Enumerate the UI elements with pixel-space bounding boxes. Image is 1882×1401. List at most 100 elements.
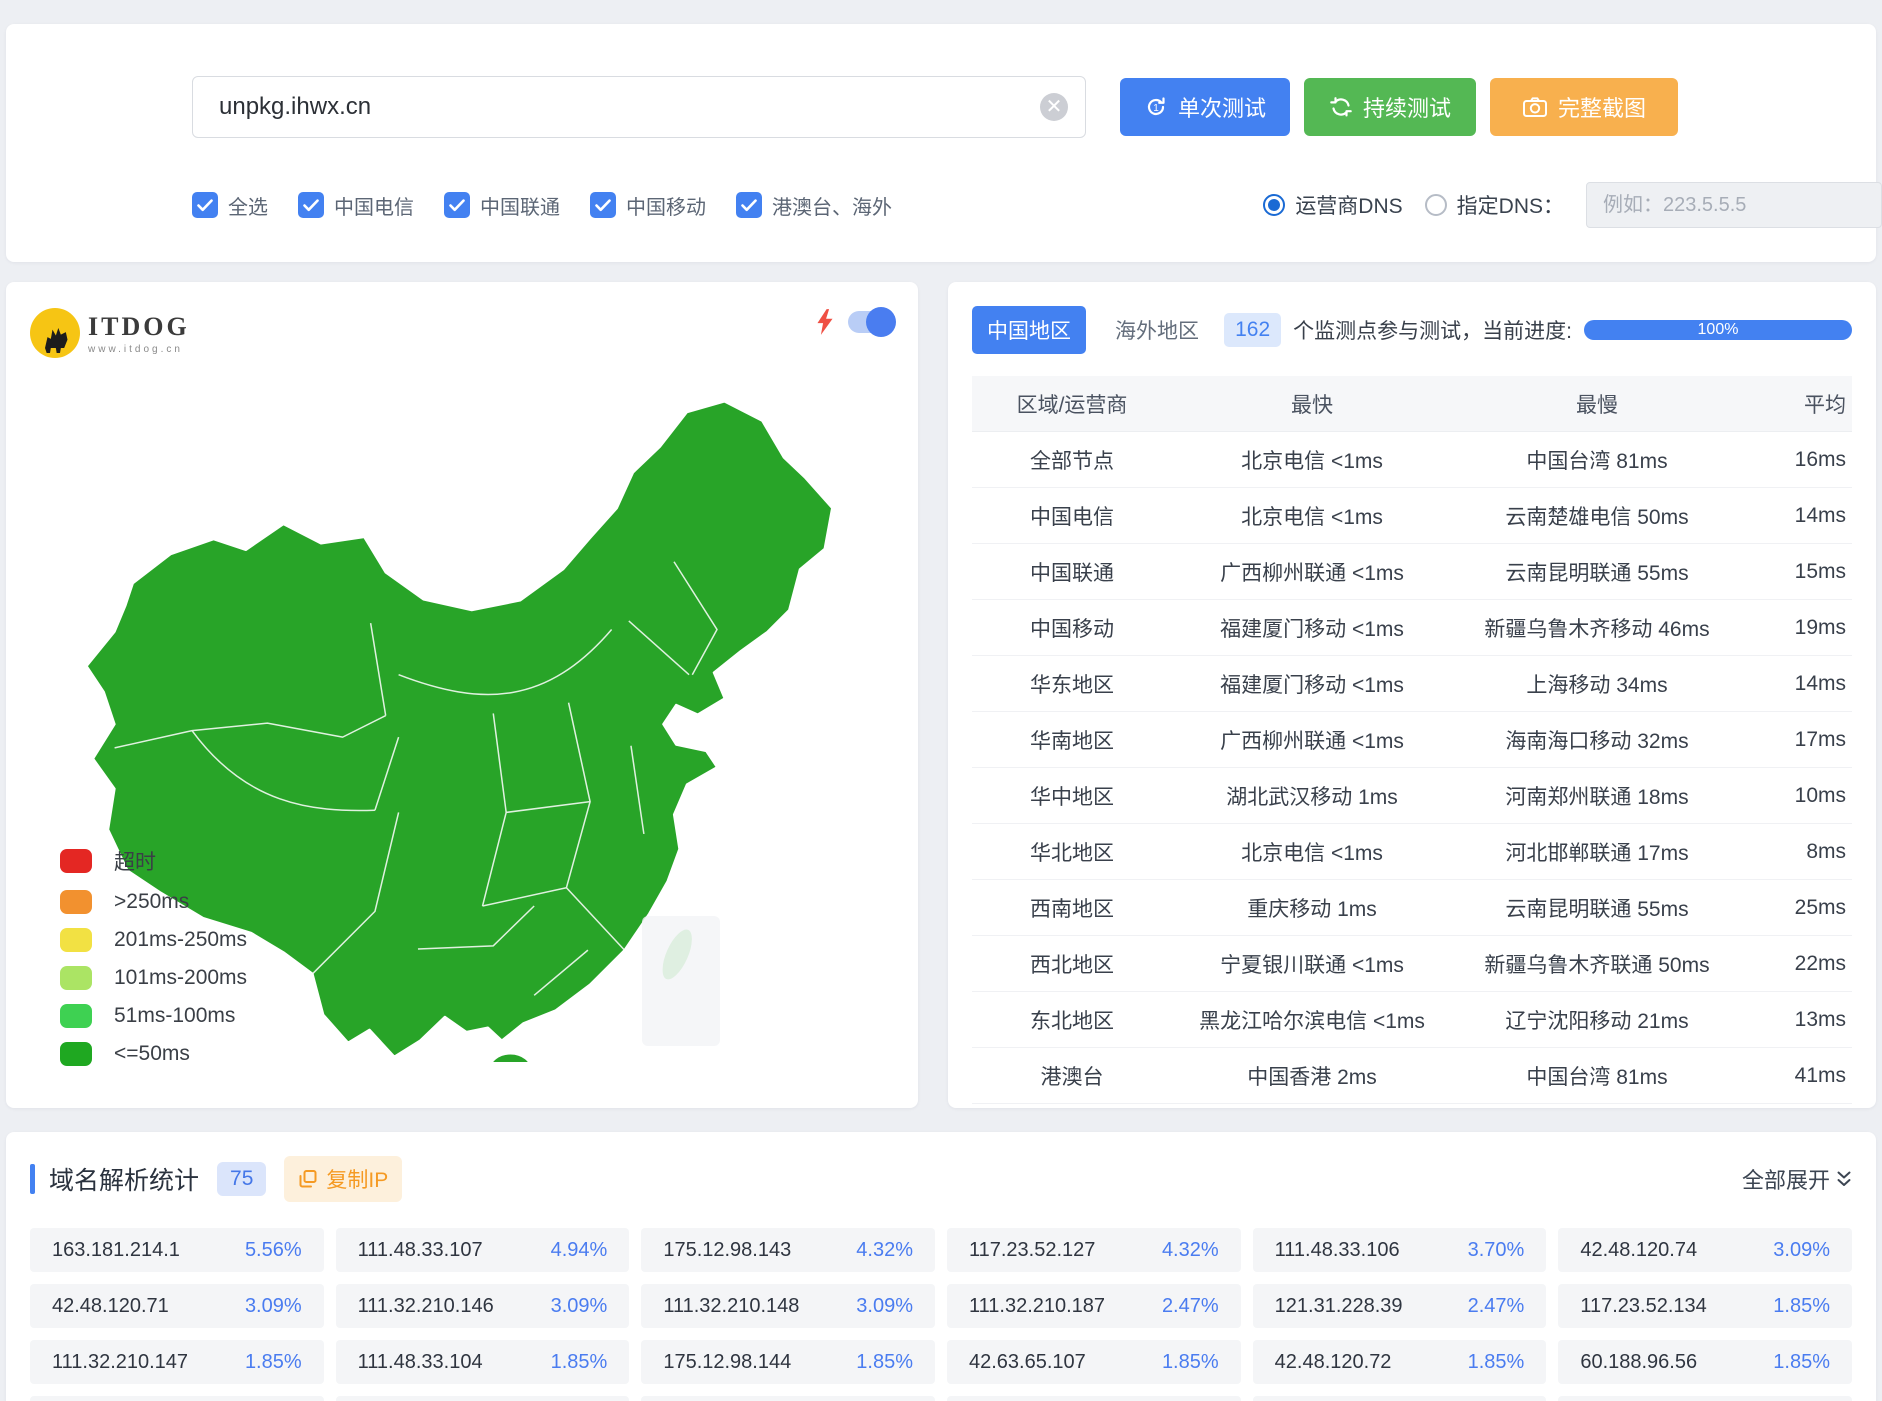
table-row[interactable]: 华东地区 福建厦门移动 <1ms 上海移动 34ms 14ms bbox=[972, 656, 1852, 712]
ip-cell[interactable] bbox=[1253, 1396, 1547, 1401]
ip-cell[interactable]: 111.48.33.104 1.85% bbox=[336, 1340, 630, 1384]
table-row[interactable]: 西北地区 宁夏银川联通 <1ms 新疆乌鲁木齐联通 50ms 22ms bbox=[972, 936, 1852, 992]
cell-region: 华东地区 bbox=[972, 669, 1172, 699]
custom-dns-radio[interactable]: 指定DNS： bbox=[1425, 190, 1564, 220]
carrier-checkbox-label: 港澳台、海外 bbox=[772, 191, 892, 220]
table-row[interactable]: 华北地区 北京电信 <1ms 河北邯郸联通 17ms 8ms bbox=[972, 824, 1852, 880]
ip-cell[interactable] bbox=[641, 1396, 935, 1401]
tab-overseas-region[interactable]: 海外地区 bbox=[1100, 306, 1214, 354]
cell-fastest: 北京电信 <1ms bbox=[1172, 445, 1452, 475]
ip-cell[interactable]: 111.48.33.107 4.94% bbox=[336, 1228, 630, 1272]
cell-average: 19ms bbox=[1742, 616, 1852, 640]
ip-address: 163.181.214.1 bbox=[52, 1239, 180, 1262]
cell-slowest: 河南郑州联通 18ms bbox=[1452, 781, 1742, 811]
cell-slowest: 云南昆明联通 55ms bbox=[1452, 557, 1742, 587]
ip-percentage: 1.85% bbox=[1773, 1295, 1830, 1318]
custom-dns-label: 指定DNS： bbox=[1457, 190, 1564, 220]
ip-address: 60.188.96.56 bbox=[1580, 1351, 1697, 1374]
cell-region: 华中地区 bbox=[972, 781, 1172, 811]
cell-slowest: 海南海口移动 32ms bbox=[1452, 725, 1742, 755]
carrier-dns-radio[interactable]: 运营商DNS bbox=[1263, 190, 1402, 220]
ip-cell[interactable]: 175.12.98.144 1.85% bbox=[641, 1340, 935, 1384]
ip-cell[interactable]: 111.32.210.147 1.85% bbox=[30, 1340, 324, 1384]
cell-region: 东北地区 bbox=[972, 1005, 1172, 1035]
table-row[interactable]: 东北地区 黑龙江哈尔滨电信 <1ms 辽宁沈阳移动 21ms 13ms bbox=[972, 992, 1852, 1048]
title-accent-bar bbox=[30, 1164, 35, 1194]
copy-ip-label: 复制IP bbox=[326, 1164, 388, 1194]
ip-cell[interactable] bbox=[30, 1396, 324, 1401]
ip-address: 175.12.98.143 bbox=[663, 1239, 791, 1262]
table-row[interactable]: 华中地区 湖北武汉移动 1ms 河南郑州联通 18ms 10ms bbox=[972, 768, 1852, 824]
ip-cell[interactable]: 42.48.120.74 3.09% bbox=[1558, 1228, 1852, 1272]
ip-cell[interactable] bbox=[1558, 1396, 1852, 1401]
ip-cell[interactable]: 42.48.120.71 3.09% bbox=[30, 1284, 324, 1328]
ip-cell[interactable]: 117.23.52.134 1.85% bbox=[1558, 1284, 1852, 1328]
ip-address: 111.48.33.106 bbox=[1275, 1239, 1400, 1262]
ip-cell[interactable] bbox=[336, 1396, 630, 1401]
hainan-island-shape bbox=[489, 1053, 532, 1062]
table-row[interactable]: 华南地区 广西柳州联通 <1ms 海南海口移动 32ms 17ms bbox=[972, 712, 1852, 768]
cell-average: 22ms bbox=[1742, 952, 1852, 976]
ip-address: 42.63.65.107 bbox=[969, 1351, 1086, 1374]
cell-average: 13ms bbox=[1742, 1008, 1852, 1032]
ip-cell[interactable] bbox=[947, 1396, 1241, 1401]
cell-region: 中国移动 bbox=[972, 613, 1172, 643]
legend-swatch bbox=[60, 849, 92, 873]
legend-label: >250ms bbox=[114, 890, 189, 914]
radio-selected-icon bbox=[1263, 194, 1285, 216]
carrier-checkbox[interactable]: 全选 bbox=[192, 191, 268, 220]
cell-region: 华南地区 bbox=[972, 725, 1172, 755]
ip-cell[interactable]: 117.23.52.127 4.32% bbox=[947, 1228, 1241, 1272]
ip-address: 111.32.210.146 bbox=[358, 1295, 494, 1318]
carrier-checkbox[interactable]: 中国电信 bbox=[298, 191, 414, 220]
col-slowest: 最慢 bbox=[1452, 389, 1742, 419]
table-row[interactable]: 中国移动 福建厦门移动 <1ms 新疆乌鲁木齐移动 46ms 19ms bbox=[972, 600, 1852, 656]
continuous-test-button[interactable]: 持续测试 bbox=[1304, 78, 1476, 136]
ip-address: 111.32.210.187 bbox=[969, 1295, 1105, 1318]
refresh-once-icon: 1 bbox=[1144, 95, 1168, 119]
ip-cell[interactable]: 111.32.210.187 2.47% bbox=[947, 1284, 1241, 1328]
cell-slowest: 云南楚雄电信 50ms bbox=[1452, 501, 1742, 531]
ip-percentage: 1.85% bbox=[1468, 1351, 1525, 1374]
clear-input-icon[interactable]: ✕ bbox=[1040, 93, 1068, 121]
fast-mode-toggle[interactable] bbox=[848, 311, 894, 333]
table-row[interactable]: 中国联通 广西柳州联通 <1ms 云南昆明联通 55ms 15ms bbox=[972, 544, 1852, 600]
ip-percentage: 4.32% bbox=[1162, 1239, 1219, 1262]
ip-cell[interactable]: 42.48.120.72 1.85% bbox=[1253, 1340, 1547, 1384]
ip-cell[interactable]: 111.32.210.146 3.09% bbox=[336, 1284, 630, 1328]
cell-fastest: 湖北武汉移动 1ms bbox=[1172, 781, 1452, 811]
carrier-checkbox[interactable]: 中国联通 bbox=[444, 191, 560, 220]
custom-dns-input[interactable] bbox=[1586, 182, 1882, 228]
cell-slowest: 云南昆明联通 55ms bbox=[1452, 893, 1742, 923]
ip-cell[interactable]: 60.188.96.56 1.85% bbox=[1558, 1340, 1852, 1384]
legend-label: 超时 bbox=[114, 846, 156, 876]
carrier-checkbox[interactable]: 中国移动 bbox=[590, 191, 706, 220]
ip-percentage: 5.56% bbox=[245, 1239, 302, 1262]
table-row[interactable]: 西南地区 重庆移动 1ms 云南昆明联通 55ms 25ms bbox=[972, 880, 1852, 936]
legend-label: <=50ms bbox=[114, 1042, 190, 1066]
table-row[interactable]: 全部节点 北京电信 <1ms 中国台湾 81ms 16ms bbox=[972, 432, 1852, 488]
ip-cell[interactable]: 121.31.228.39 2.47% bbox=[1253, 1284, 1547, 1328]
single-test-button[interactable]: 1 单次测试 bbox=[1120, 78, 1290, 136]
ip-address: 121.31.228.39 bbox=[1275, 1295, 1403, 1318]
ip-cell[interactable]: 111.48.33.106 3.70% bbox=[1253, 1228, 1547, 1272]
full-screenshot-button[interactable]: 完整截图 bbox=[1490, 78, 1678, 136]
ip-cell[interactable]: 175.12.98.143 4.32% bbox=[641, 1228, 935, 1272]
tab-china-region[interactable]: 中国地区 bbox=[972, 306, 1086, 354]
ip-percentage: 2.47% bbox=[1162, 1295, 1219, 1318]
table-row[interactable]: 中国电信 北京电信 <1ms 云南楚雄电信 50ms 14ms bbox=[972, 488, 1852, 544]
ip-cell[interactable]: 111.32.210.148 3.09% bbox=[641, 1284, 935, 1328]
map-watermark bbox=[642, 916, 720, 1046]
ip-cell[interactable]: 42.63.65.107 1.85% bbox=[947, 1340, 1241, 1384]
expand-all-button[interactable]: 全部展开 bbox=[1742, 1163, 1852, 1195]
table-row[interactable]: 港澳台 中国香港 2ms 中国台湾 81ms 41ms bbox=[972, 1048, 1852, 1104]
ip-address: 111.48.33.104 bbox=[358, 1351, 483, 1374]
carrier-checkbox[interactable]: 港澳台、海外 bbox=[736, 191, 892, 220]
ip-cell[interactable]: 163.181.214.1 5.56% bbox=[30, 1228, 324, 1272]
host-input[interactable] bbox=[192, 76, 1086, 138]
cell-average: 10ms bbox=[1742, 784, 1852, 808]
cell-average: 8ms bbox=[1742, 840, 1852, 864]
ip-percentage: 4.32% bbox=[856, 1239, 913, 1262]
copy-ip-button[interactable]: 复制IP bbox=[284, 1156, 402, 1202]
col-average: 平均 bbox=[1742, 389, 1852, 419]
